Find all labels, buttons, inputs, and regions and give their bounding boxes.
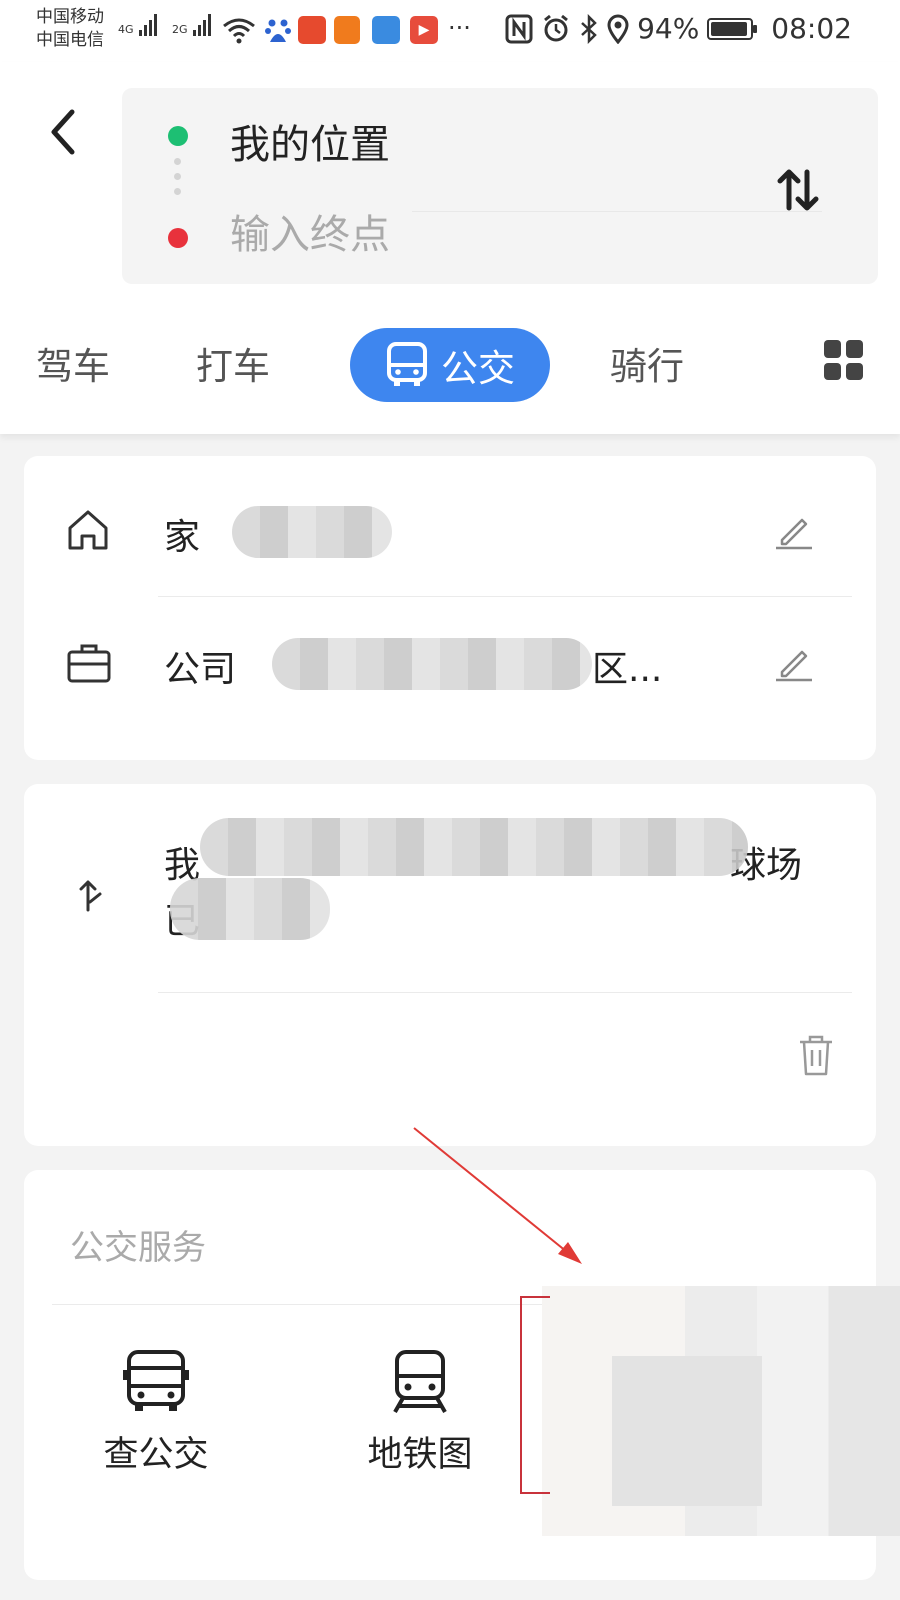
origin-field[interactable]: 我的位置 [230, 112, 390, 170]
company-label[interactable]: 公司 [164, 640, 236, 692]
more-modes-grid-icon[interactable] [824, 340, 864, 380]
bluetooth-icon [581, 13, 597, 44]
battery-percent: 94% [637, 12, 700, 45]
service-check-bus-label: 查公交 [103, 1435, 209, 1475]
bus-service-icon [123, 1350, 189, 1411]
route-input-box: 我的位置 [122, 88, 878, 284]
swap-icon[interactable] [772, 164, 824, 216]
favorites-divider [158, 596, 852, 597]
tab-taxi[interactable]: 打车 [196, 336, 270, 390]
battery-icon [707, 17, 758, 40]
edit-home-icon[interactable] [774, 510, 814, 550]
service-subway-map-label: 地铁图 [367, 1435, 473, 1475]
route-header: 我的位置 驾车 打车 公交 骑行 [0, 62, 900, 434]
redacted-service-area-2 [612, 1356, 762, 1506]
company-address-redacted [272, 638, 592, 690]
history-text-redacted-1 [200, 818, 748, 876]
baidu-paw-icon [265, 19, 291, 42]
subway-icon [393, 1350, 447, 1413]
carrier-labels: 中国移动 中国电信 [36, 6, 104, 52]
company-address-suffix: 区... [592, 649, 663, 690]
trash-icon[interactable] [796, 1032, 836, 1078]
history-divider [158, 992, 852, 993]
app-icon-orange [334, 16, 360, 44]
bus-icon [387, 342, 427, 386]
bus-services-title: 公交服务 [70, 1228, 206, 1268]
back-arrow-icon[interactable] [42, 102, 82, 162]
status-right: 94% 08:02 [505, 12, 852, 45]
favorites-card: 家 公司 区... [24, 456, 876, 760]
transport-tabs: 驾车 打车 公交 骑行 [0, 324, 900, 404]
location-icon [607, 14, 629, 44]
alipay-icon [372, 16, 400, 44]
home-label[interactable]: 家 [164, 508, 200, 560]
history-text-redacted-2 [170, 878, 330, 940]
destination-input[interactable] [230, 212, 710, 258]
app-icon-pingan [298, 16, 326, 44]
wifi-icon [223, 18, 255, 44]
carrier-1: 中国移动 [36, 7, 104, 27]
signal-2g-icon: 2G [172, 14, 212, 36]
clock: 08:02 [771, 12, 852, 45]
carrier-2: 中国电信 [36, 30, 104, 50]
tab-bike[interactable]: 骑行 [610, 336, 684, 390]
status-bar: 中国移动 中国电信 4G 2G ▶ ··· 94% 08:02 [0, 0, 900, 62]
service-subway-map[interactable]: 地铁图 [340, 1346, 500, 1477]
signal-4g-icon: 4G [118, 14, 158, 36]
tab-drive[interactable]: 驾车 [36, 336, 110, 390]
tab-bus-label: 公交 [441, 347, 515, 390]
net-type-2: 2G [172, 23, 188, 36]
destination-dot [168, 228, 188, 248]
more-notifications-icon: ··· [448, 14, 471, 42]
nfc-icon [505, 14, 533, 43]
annotation-highlight-box [520, 1296, 550, 1494]
edit-company-icon[interactable] [774, 642, 814, 682]
route-direction-icon [79, 880, 102, 912]
home-icon [68, 510, 108, 550]
route-connector [174, 158, 182, 203]
history-card: 我球场 已 [24, 784, 876, 1146]
origin-dot [168, 126, 188, 146]
net-type-1: 4G [118, 23, 134, 36]
home-address-redacted [232, 506, 392, 558]
tab-bus[interactable]: 公交 [350, 328, 550, 402]
alarm-icon [544, 14, 568, 41]
briefcase-icon [67, 644, 111, 683]
video-app-icon: ▶ [410, 16, 438, 44]
service-check-bus[interactable]: 查公交 [76, 1346, 236, 1477]
